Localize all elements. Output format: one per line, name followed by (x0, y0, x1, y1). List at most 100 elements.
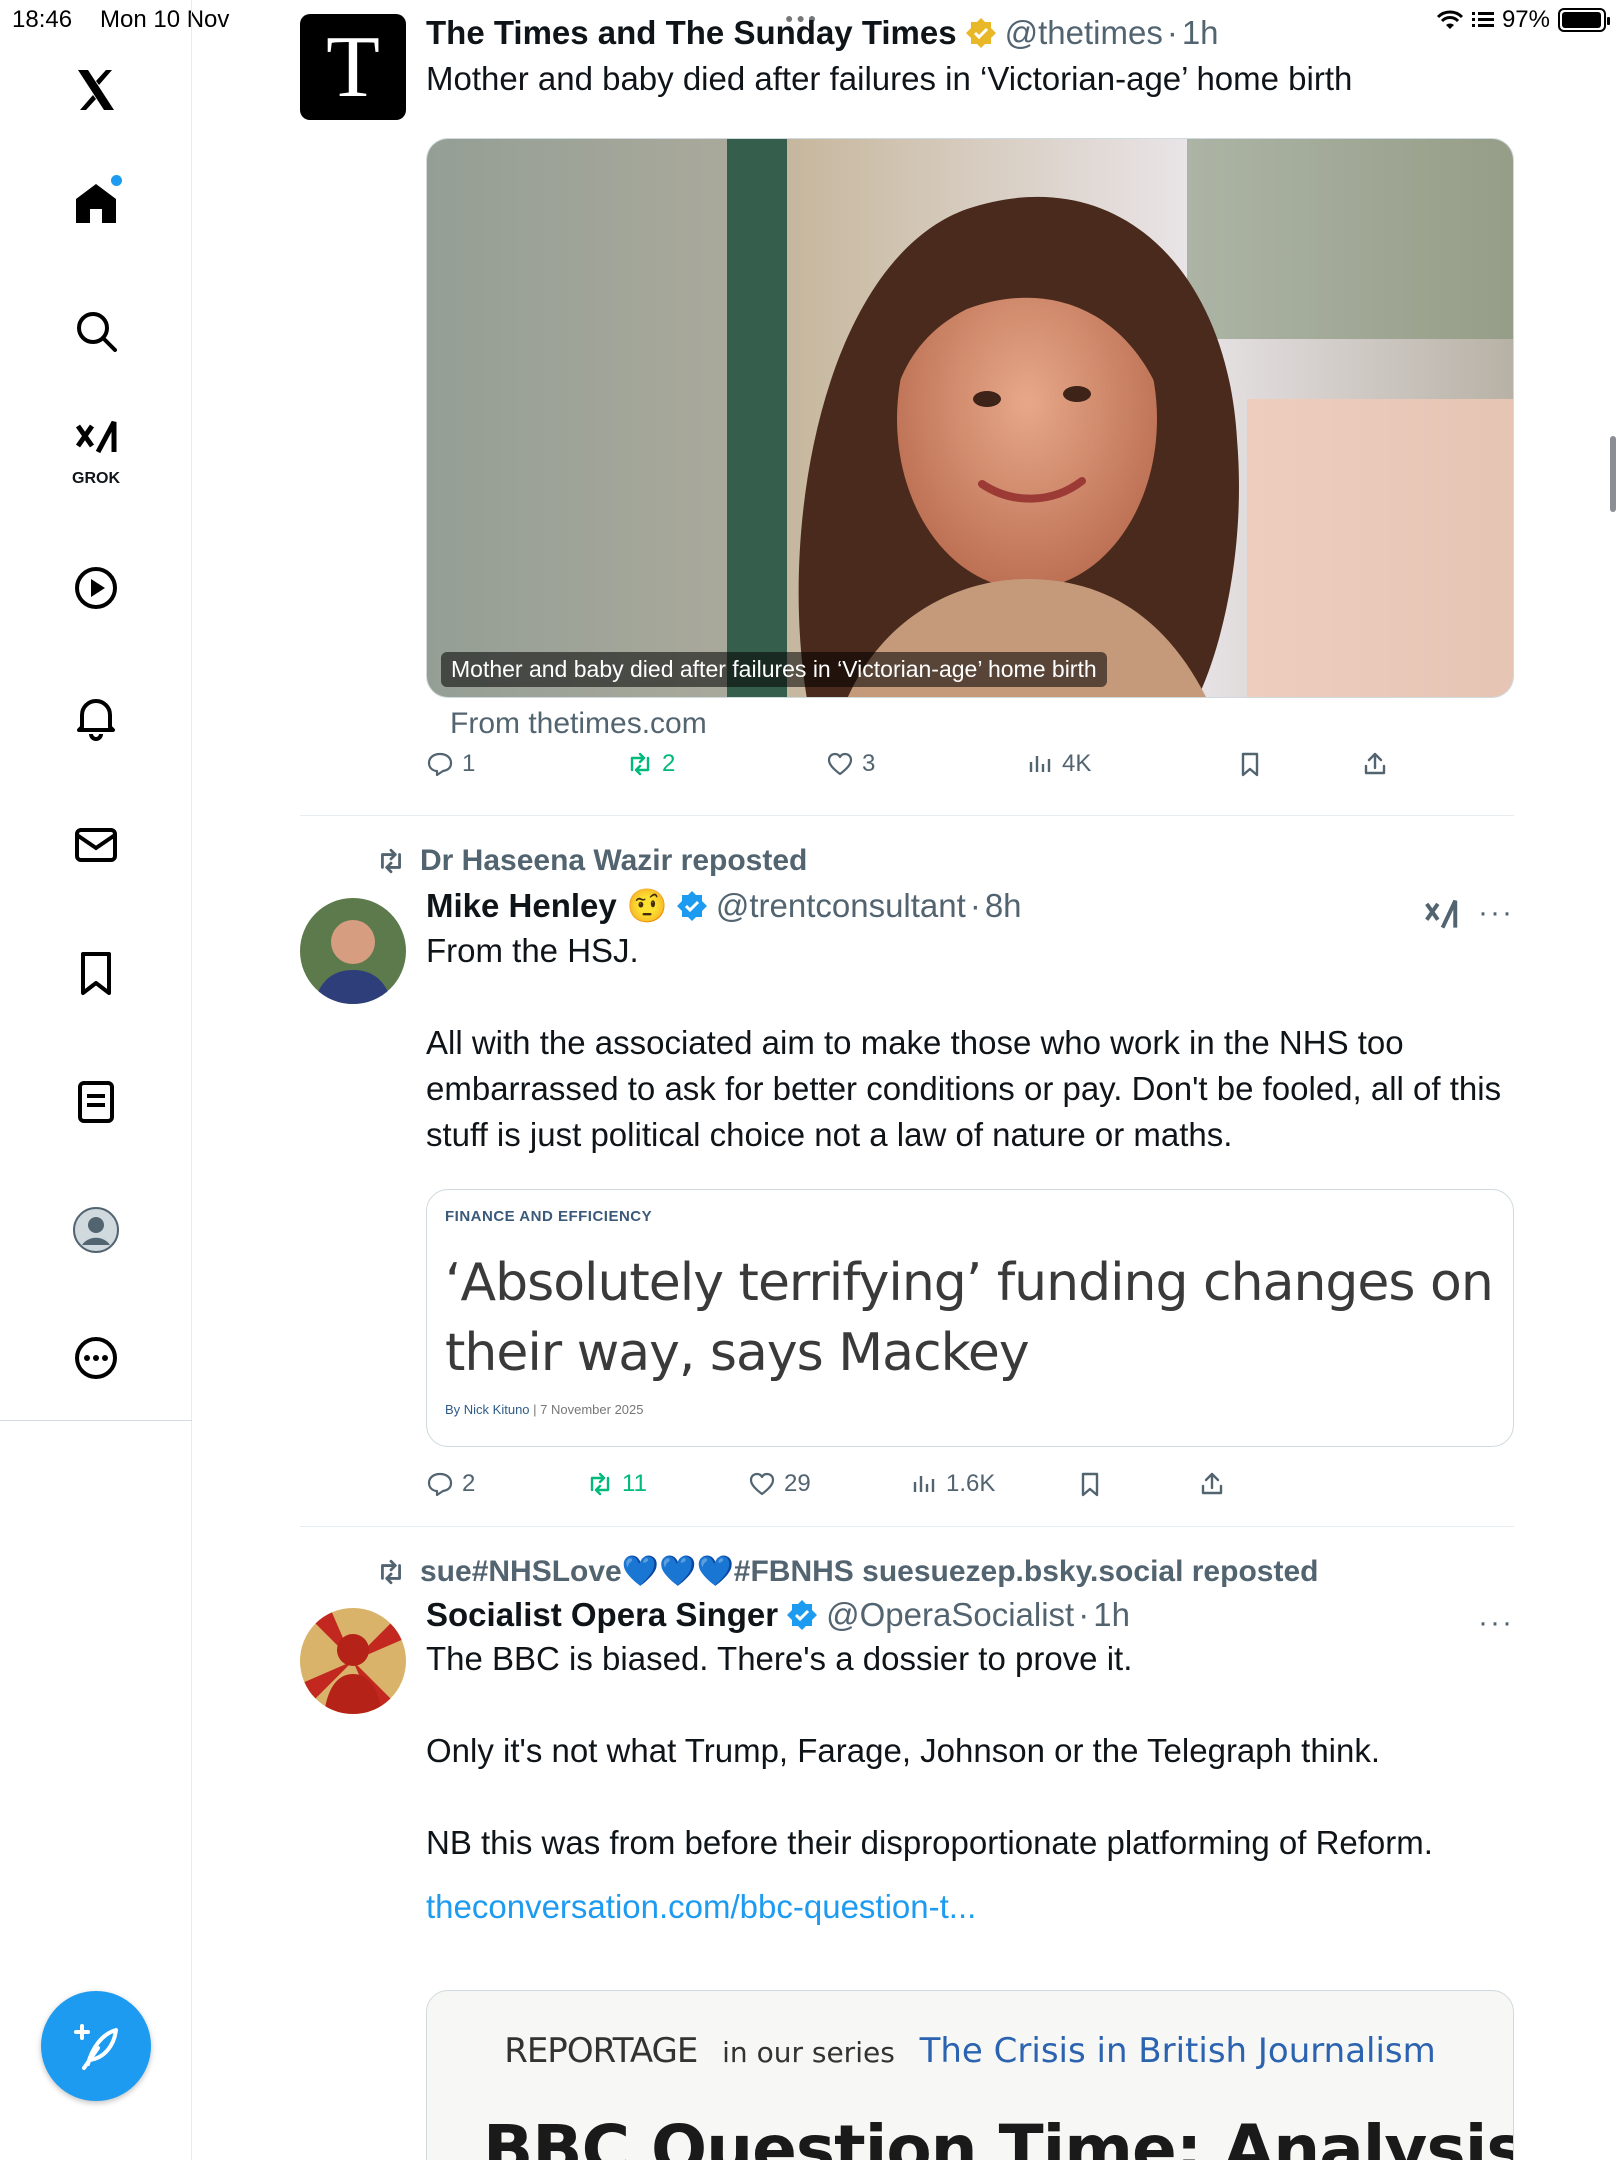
reposted-by[interactable]: Dr Haseena Wazir reposted (420, 844, 807, 878)
post-thetimes[interactable]: T The Times and The Sunday Times @thetim… (300, 14, 1514, 816)
reply-button[interactable]: 1 (426, 750, 475, 778)
more-options-button[interactable]: ··· (1478, 1606, 1514, 1640)
avatar[interactable] (300, 1608, 406, 1714)
repost-count: 11 (622, 1470, 647, 1497)
repost-icon (590, 1472, 610, 1496)
sidebar: GROK (0, 0, 192, 2160)
share-button[interactable] (1361, 750, 1389, 778)
sidebar-item-explore[interactable] (56, 291, 136, 371)
grok-icon[interactable] (1422, 896, 1460, 934)
byline-author: By Nick Kituno (445, 1402, 530, 1417)
views-button[interactable]: 4K (1026, 750, 1091, 778)
dot-separator: · (1078, 1596, 1090, 1633)
avatar[interactable]: T (300, 14, 406, 120)
repost-context: sue#NHSLove💙💙💙#FBNHS suesuezep.bsky.soci… (376, 1554, 1318, 1589)
post-actions: 1 2 3 4K (426, 750, 1426, 790)
repost-button[interactable]: 2 (626, 750, 675, 778)
avatar-letter: T (326, 18, 380, 116)
sidebar-divider (0, 1420, 192, 1421)
avatar[interactable] (300, 898, 406, 1004)
bell-icon (77, 699, 115, 741)
post-header: The Times and The Sunday Times @thetimes… (426, 14, 1514, 52)
author-handle[interactable]: @trentconsultant (716, 887, 966, 925)
author-handle[interactable]: @thetimes (1005, 14, 1163, 52)
post-header: Mike Henley 🤨 @trentconsultant · 8h (426, 886, 1514, 926)
sidebar-item-messages[interactable] (56, 805, 136, 885)
link-card[interactable]: FINANCE AND EFFICIENCY ‘Absolutely terri… (426, 1189, 1514, 1447)
post-image[interactable]: Mother and baby died after failures in ‘… (426, 138, 1514, 698)
sidebar-item-more[interactable] (56, 1318, 136, 1398)
share-button[interactable] (1198, 1470, 1226, 1498)
verified-badge-icon (676, 891, 707, 921)
battery-fill (1562, 12, 1601, 28)
sidebar-item-video[interactable] (56, 548, 136, 628)
grok-icon (75, 420, 117, 454)
compose-feather-icon (74, 2024, 118, 2070)
sidebar-item-bookmarks[interactable] (56, 933, 136, 1013)
post-link[interactable]: theconversation.com/bbc-question-t... (426, 1888, 1514, 1926)
byline-date: | 7 November 2025 (533, 1402, 644, 1417)
views-count: 4K (1062, 750, 1092, 777)
more-options-button[interactable]: ··· (1478, 896, 1514, 930)
like-button[interactable]: 29 (748, 1470, 811, 1498)
reply-button[interactable]: 2 (426, 1470, 475, 1498)
sidebar-item-profile[interactable] (56, 1190, 136, 1270)
repost-context: Dr Haseena Wazir reposted (376, 844, 807, 878)
repost-icon (630, 752, 650, 776)
bookmark-button[interactable] (1076, 1470, 1104, 1498)
home-unread-dot (111, 175, 122, 186)
home-icon (76, 184, 116, 223)
reply-icon (427, 1472, 453, 1497)
sidebar-item-lists[interactable] (56, 1062, 136, 1142)
sidebar-item-home[interactable] (56, 163, 136, 243)
post-actions: 2 11 29 1.6K (426, 1470, 1426, 1510)
share-icon (1201, 1472, 1223, 1495)
grok-label: GROK (72, 470, 120, 487)
repost-icon (381, 848, 401, 874)
views-chart-icon (1029, 756, 1051, 772)
link-source[interactable]: From thetimes.com (450, 707, 707, 741)
bookmark-icon (1081, 1472, 1099, 1497)
views-button[interactable]: 1.6K (910, 1470, 995, 1498)
card-series-line: REPORTAGE in our series The Crisis in Br… (427, 2031, 1513, 2071)
post-time[interactable]: 1h (1182, 14, 1219, 52)
bookmark-icon (1241, 752, 1259, 777)
scroll-indicator[interactable] (1610, 436, 1616, 512)
author-name[interactable]: Mike Henley (426, 887, 617, 925)
sidebar-item-grok[interactable]: GROK (56, 410, 136, 490)
post-time[interactable]: 1h (1093, 1596, 1130, 1634)
card-kicker: FINANCE AND EFFICIENCY (445, 1208, 653, 1225)
list-icon (78, 1081, 114, 1123)
repost-button[interactable]: 11 (586, 1470, 647, 1498)
post-mikehenley[interactable]: Dr Haseena Wazir reposted Mike Henley 🤨 … (300, 844, 1514, 1528)
reply-count: 2 (462, 1470, 476, 1497)
battery-icon (1558, 8, 1610, 32)
card-series-mid: in our series (722, 2036, 895, 2069)
profile-icon (73, 1207, 119, 1253)
compose-button[interactable] (41, 1991, 151, 2101)
x-logo-icon (78, 70, 114, 110)
post-separator (300, 1526, 1514, 1527)
mail-icon (75, 828, 117, 862)
reposted-by[interactable]: sue#NHSLove💙💙💙#FBNHS suesuezep.bsky.soci… (420, 1554, 1318, 1589)
avatar-illustration (300, 1608, 406, 1714)
card-headline: ‘Absolutely terrifying’ funding changes … (445, 1253, 1494, 1383)
image-caption: Mother and baby died after failures in ‘… (441, 652, 1107, 687)
author-name[interactable]: Socialist Opera Singer (426, 1596, 778, 1634)
avatar-photo (300, 898, 406, 1004)
link-card[interactable]: REPORTAGE in our series The Crisis in Br… (426, 1990, 1514, 2160)
author-name[interactable]: The Times and The Sunday Times (426, 14, 957, 52)
post-time[interactable]: 8h (985, 887, 1022, 925)
card-series-left: REPORTAGE (504, 2031, 698, 2071)
author-handle[interactable]: @OperaSocialist (826, 1596, 1074, 1634)
card-title: BBC Question Time: Analysis of (483, 2111, 1514, 2160)
like-count: 29 (784, 1470, 811, 1497)
bookmark-button[interactable] (1236, 750, 1264, 778)
like-button[interactable]: 3 (826, 750, 875, 778)
author-emoji: 🤨 (626, 886, 668, 925)
bookmark-icon (81, 952, 111, 995)
card-byline: By Nick Kituno | 7 November 2025 (445, 1402, 644, 1417)
sidebar-item-notifications[interactable] (56, 677, 136, 757)
sidebar-item-x-logo[interactable] (56, 50, 136, 130)
search-icon (77, 312, 117, 352)
